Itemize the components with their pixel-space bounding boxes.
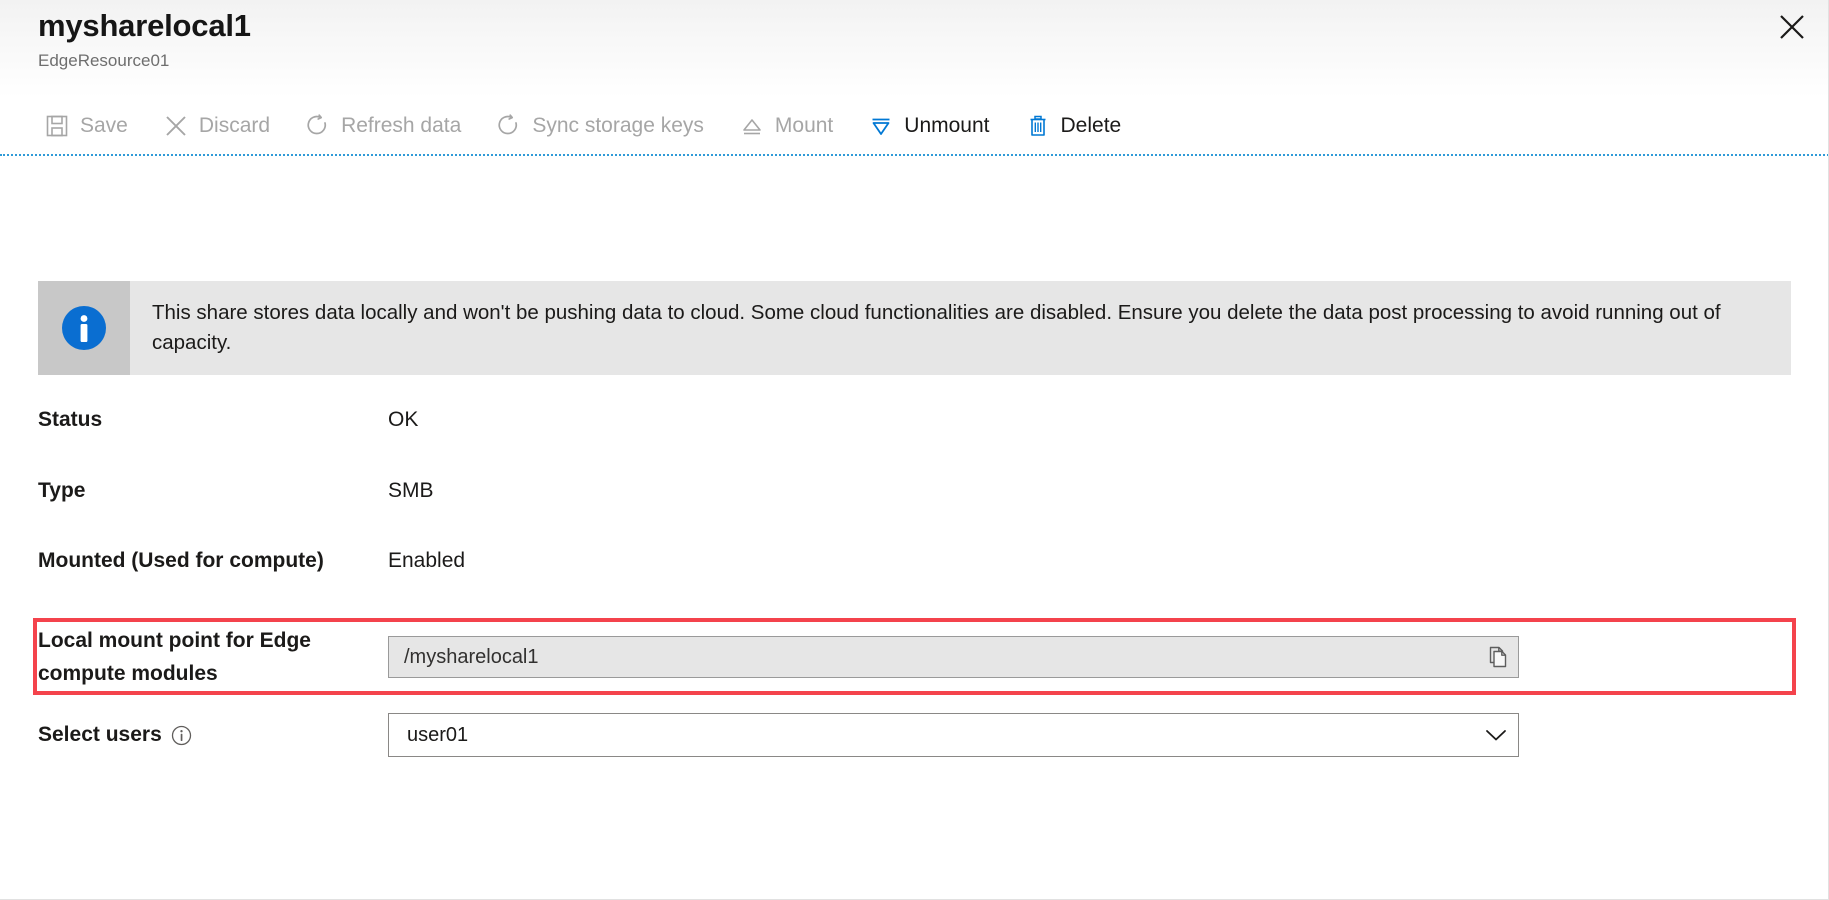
chevron-down-icon[interactable] <box>1474 714 1518 756</box>
close-icon <box>1779 14 1805 40</box>
info-circle-icon[interactable] <box>171 724 193 746</box>
discard-button[interactable]: Discard <box>153 105 280 147</box>
info-icon <box>38 281 130 375</box>
command-bar: Save Discard Refresh data <box>0 98 1829 154</box>
refresh-icon <box>305 113 331 139</box>
info-banner-text: This share stores data locally and won't… <box>130 281 1791 375</box>
unmount-button[interactable]: Unmount <box>858 105 999 147</box>
property-label-status: Status <box>38 404 388 436</box>
page-subtitle: EdgeResource01 <box>38 49 251 73</box>
local-mount-point-value: /mysharelocal1 <box>389 644 1478 670</box>
refresh-data-label: Refresh data <box>341 113 461 139</box>
property-label-type: Type <box>38 475 388 507</box>
refresh-data-button[interactable]: Refresh data <box>295 105 471 147</box>
copy-to-clipboard-button[interactable] <box>1478 637 1518 677</box>
unmount-icon <box>868 113 894 139</box>
property-row-mounted: Mounted (Used for compute) Enabled <box>38 545 1791 577</box>
page-title: mysharelocal1 <box>38 6 251 46</box>
property-label-mounted: Mounted (Used for compute) <box>38 545 388 577</box>
delete-label: Delete <box>1061 113 1122 139</box>
title-block: mysharelocal1 EdgeResource01 <box>38 6 251 73</box>
blade-header: mysharelocal1 EdgeResource01 <box>0 0 1829 98</box>
share-detail-blade: mysharelocal1 EdgeResource01 Save <box>0 0 1829 900</box>
select-users-row: Select users user01 <box>38 713 1791 757</box>
local-mount-point-label: Local mount point for Edge compute modul… <box>38 624 388 690</box>
delete-button[interactable]: Delete <box>1015 105 1132 147</box>
select-users-dropdown[interactable]: user01 <box>388 713 1519 757</box>
property-value-mounted: Enabled <box>388 545 1791 577</box>
local-mount-point-row: Local mount point for Edge compute modul… <box>38 618 1791 695</box>
delete-icon <box>1025 113 1051 139</box>
mount-icon <box>739 113 765 139</box>
save-label: Save <box>80 113 128 139</box>
sync-storage-keys-label: Sync storage keys <box>532 113 704 139</box>
property-row-status: Status OK <box>38 404 1791 436</box>
mount-button[interactable]: Mount <box>729 105 843 147</box>
property-value-type: SMB <box>388 475 1791 507</box>
save-button[interactable]: Save <box>34 105 138 147</box>
blade-content: This share stores data locally and won't… <box>0 156 1829 900</box>
property-value-status: OK <box>388 404 1791 436</box>
select-users-label-group: Select users <box>38 719 388 751</box>
sync-icon <box>496 113 522 139</box>
property-row-type: Type SMB <box>38 475 1791 507</box>
sync-storage-keys-button[interactable]: Sync storage keys <box>486 105 714 147</box>
close-button[interactable] <box>1769 4 1815 50</box>
unmount-label: Unmount <box>904 113 989 139</box>
copy-icon <box>1486 645 1510 669</box>
select-users-selected-value: user01 <box>389 722 1474 748</box>
info-banner: This share stores data locally and won't… <box>38 281 1791 375</box>
mount-label: Mount <box>775 113 833 139</box>
discard-label: Discard <box>199 113 270 139</box>
discard-icon <box>163 113 189 139</box>
local-mount-point-field[interactable]: /mysharelocal1 <box>388 636 1519 678</box>
save-icon <box>44 113 70 139</box>
select-users-label: Select users <box>38 719 162 751</box>
